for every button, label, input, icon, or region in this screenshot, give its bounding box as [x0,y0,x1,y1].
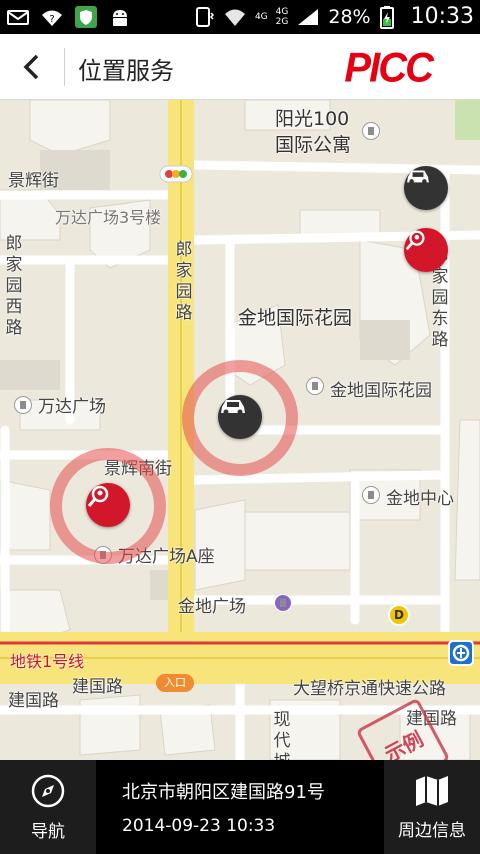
label-wanda-b3: 万达广场3号楼 [55,208,162,227]
car-location-marker[interactable] [218,395,262,439]
surveyor-location-button[interactable] [404,228,448,272]
poi-icon-jindi-center [362,486,380,504]
nearby-info-label: 周边信息 [398,820,466,841]
back-button[interactable] [0,34,64,100]
map-fold-icon [416,775,448,806]
chevron-left-icon [23,54,39,80]
label-jindi-center: 金地中心 [386,489,454,509]
wifi-icon [223,5,247,29]
battery-charging-icon [379,5,403,29]
label-expressway: 大望桥京通快速公路 [293,679,446,699]
app-screen: ? 4G 4G 2G 28% 10:33 位置服务 PICC 阳光100 国际公… [0,0,480,854]
bottom-bar: 导航 北京市朝阳区建国路91号 2014-09-23 10:33 周边信息 [0,760,480,854]
navigate-label: 导航 [31,821,65,842]
sim2-type: 2G [275,16,289,27]
label-jindi-garden-poi: 金地国际花园 [330,381,432,401]
car-icon [221,400,245,415]
label-jindi-garden: 金地国际花园 [238,307,353,329]
mail-icon [6,5,30,29]
status-left-icons: ? [6,5,132,29]
status-bar: ? 4G 4G 2G 28% 10:33 [0,0,480,34]
magnifier-person-icon [405,230,425,251]
status-right-icons: 4G 4G 2G 28% 10:33 [191,4,474,29]
magnifier-person-icon [87,485,109,507]
metro-icon [448,640,474,666]
android-icon [108,5,132,29]
address-text: 北京市朝阳区建国路91号 [122,782,325,803]
svg-text:?: ? [49,14,54,25]
label-jindi-plaza: 金地广场 [178,597,246,617]
navigate-button[interactable]: 导航 [0,760,96,854]
wifi-unknown-icon: ? [40,5,64,29]
poi-icon-yangguang [362,122,380,140]
nearby-info-button[interactable]: 周边信息 [384,760,480,854]
label-jianguo-2: 建国路 [8,691,59,711]
app-header: 位置服务 PICC [0,34,480,100]
label-yangguang-line2: 国际公寓 [275,134,352,156]
label-xiandai-city: 现代城 [273,710,291,760]
poi-icon-wanda [14,396,32,414]
label-langjiayuan: 郎家园路 [175,240,193,323]
map-view[interactable]: 阳光100 国际公寓 景辉街 万达广场3号楼 郎家园西路 郎家园路 郎家园东路 … [0,100,480,760]
label-langjiayuan-w: 郎家园西路 [5,234,23,338]
address-info: 北京市朝阳区建国路91号 2014-09-23 10:33 [122,778,325,836]
car-location-button[interactable] [404,166,448,210]
label-subway-line1: 地铁1号线 [10,652,85,671]
clock: 10:33 [410,4,474,29]
car-icon [407,170,429,184]
picc-logo: PICC [344,44,434,92]
label-jianguo-1: 建国路 [72,677,123,697]
network-type: 4G [254,11,268,22]
signal-bars-icon [296,5,320,29]
header-divider [64,48,65,86]
shield-app-icon [74,5,98,29]
phone-vibrate-icon [191,5,215,29]
stamp-text: 示例 [380,726,427,760]
entrance-badge: 入口 [156,674,194,692]
surveyor-location-marker[interactable] [86,483,130,527]
compass-icon [31,774,65,807]
poi-icon-jindi-garden [306,377,324,395]
shopping-bag-icon [274,594,292,612]
metro-exit-d-badge: D [388,604,410,626]
page-title: 位置服务 [78,57,174,85]
label-wanda-plaza: 万达广场 [38,397,106,417]
battery-percent: 28% [328,5,371,28]
address-timestamp: 2014-09-23 10:33 [122,816,276,836]
sim1-type: 4G [275,6,289,17]
sim-signal: 4G 2G [276,7,289,27]
label-jinghui-st: 景辉街 [8,171,59,191]
label-yangguang-line1: 阳光100 [275,108,350,130]
